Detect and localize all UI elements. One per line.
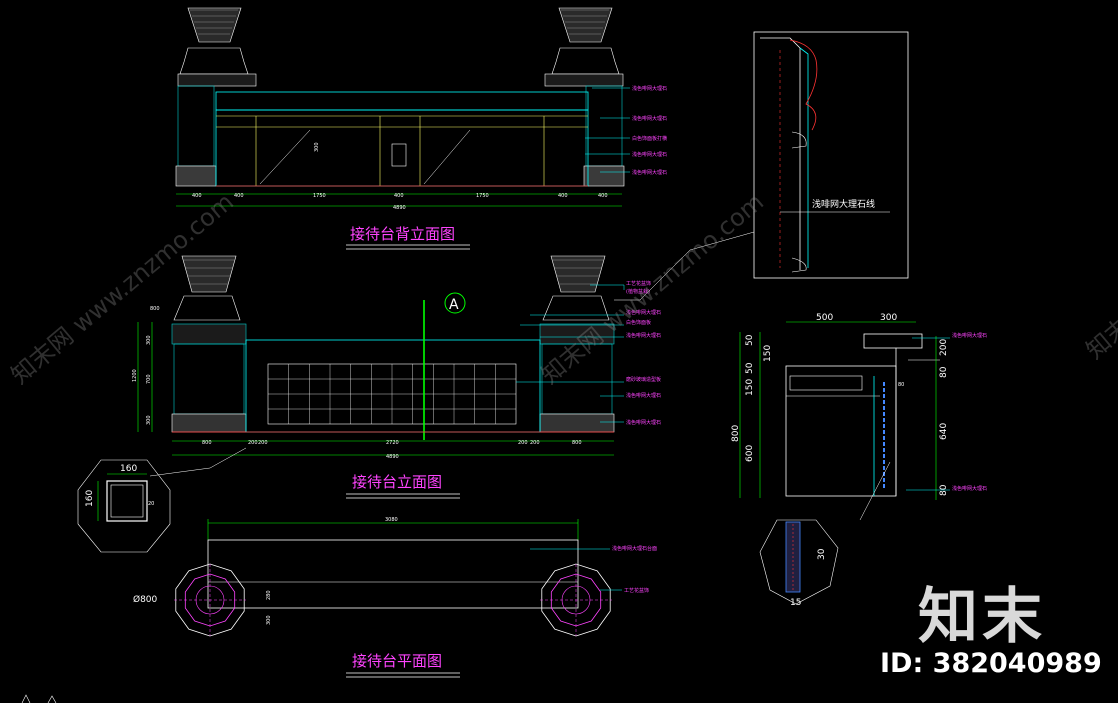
front-dim-2: 200 <box>258 440 268 446</box>
front-note-5: 磨砂玻璃造型板 <box>626 376 661 383</box>
front-note-4: 浅色啡网大理石 <box>626 332 661 339</box>
square-detail: 160 160 20 <box>77 459 171 553</box>
asset-id: ID: 382040989 <box>880 648 1102 679</box>
back-dim-height: 300 <box>314 142 320 152</box>
front-left-dim-0: 800 <box>150 306 160 312</box>
right-planter <box>544 7 625 187</box>
plan-pillar-axis <box>540 564 612 636</box>
watermark-2: 知末网 www.znzmo.com <box>1081 163 1118 365</box>
plan-dim-total: 3080 <box>385 517 398 523</box>
section-left-dim-5: 600 <box>745 445 755 462</box>
section-dim-top-1: 300 <box>880 313 897 323</box>
back-dim-0: 400 <box>192 193 202 199</box>
back-elevation-title: 接待台背立面图 <box>350 225 455 243</box>
back-dim-1: 400 <box>234 193 244 199</box>
front-note-6: 浅色啡网大理石 <box>626 392 661 399</box>
back-note-1: 浅色啡网大理石 <box>632 115 667 122</box>
front-left-dim-4: 300 <box>146 415 152 425</box>
section-right-dim-0: 200 <box>939 339 949 356</box>
section-detail-box: 浅啡网大理石线 <box>753 31 909 279</box>
back-dim-4: 1750 <box>476 193 489 199</box>
front-left-dim-1: 1200 <box>132 369 138 382</box>
section-note-1: 浅色啡网大理石 <box>952 485 987 492</box>
back-note-0: 浅色啡网大理石 <box>632 85 667 92</box>
front-dim-0: 800 <box>202 440 212 446</box>
plan-note-0: 浅色啡网大理石台面 <box>612 545 657 552</box>
plan-side-dim-1: 300 <box>266 615 272 625</box>
section-marker: A <box>449 297 459 313</box>
section-left-dim-0: 50 <box>745 334 755 346</box>
round-detail-dim-0: 30 <box>817 548 827 560</box>
detail-label: 浅啡网大理石线 <box>812 198 875 210</box>
front-dim-3: 2720 <box>386 440 399 446</box>
section-left-dim-4: 800 <box>731 425 741 442</box>
plan-diameter: Ø800 <box>133 594 158 605</box>
back-dim-6: 400 <box>598 193 608 199</box>
front-dim-6: 800 <box>572 440 582 446</box>
back-dim-total: 4890 <box>393 205 406 211</box>
plan-title: 接待台平面图 <box>352 652 442 670</box>
front-elevation-title: 接待台立面图 <box>352 473 442 491</box>
section-left-dim-2: 50 <box>745 362 755 374</box>
ucs-icon <box>21 694 57 703</box>
back-dim-5: 400 <box>558 193 568 199</box>
brand-logo: 知末 <box>918 582 1046 652</box>
back-elevation: 400 400 1750 400 1750 400 400 4890 300 浅… <box>175 7 667 250</box>
round-detail-dim-1: 15 <box>790 598 801 608</box>
front-left-dim-2: 700 <box>146 374 152 384</box>
section-right-dim-1: 80 <box>939 366 949 378</box>
section-dim-top-0: 500 <box>816 313 833 323</box>
section-left-dim-1: 150 <box>763 345 773 362</box>
section-right-dim-2: 640 <box>939 423 949 440</box>
square-dim-left: 160 <box>85 490 95 507</box>
back-note-2: 白色饰面板打横 <box>632 135 667 142</box>
back-dim-2: 1750 <box>313 193 326 199</box>
side-section: 500 300 80 50 150 50 150 800 600 200 80 … <box>731 313 987 608</box>
plan-pillar-axis <box>174 564 246 636</box>
section-dim-inner: 80 <box>898 382 904 388</box>
back-note-4: 浅色啡网大理石 <box>632 169 667 176</box>
front-left-dim-3: 300 <box>146 335 152 345</box>
front-dim-1: 200 <box>248 440 258 446</box>
front-dim-4: 200 <box>518 440 528 446</box>
plan-note-1: 工艺花盆饰 <box>624 587 649 594</box>
section-left-dim-3: 150 <box>745 379 755 396</box>
front-dim-5: 200 <box>530 440 540 446</box>
front-note-7: 浅色啡网大理石 <box>626 419 661 426</box>
section-note-0: 浅色啡网大理石 <box>952 332 987 339</box>
front-dim-total: 4890 <box>386 454 399 460</box>
square-dim-inner: 20 <box>148 501 154 507</box>
plan-view: 3080 Ø800 280 300 浅色啡网大理石台面 工艺花盆饰 接待台平面图 <box>133 517 657 678</box>
back-dim-3: 400 <box>394 193 404 199</box>
plan-side-dim-0: 280 <box>266 590 272 600</box>
square-dim-top: 160 <box>120 464 137 474</box>
back-note-3: 浅色啡网大理石 <box>632 151 667 158</box>
